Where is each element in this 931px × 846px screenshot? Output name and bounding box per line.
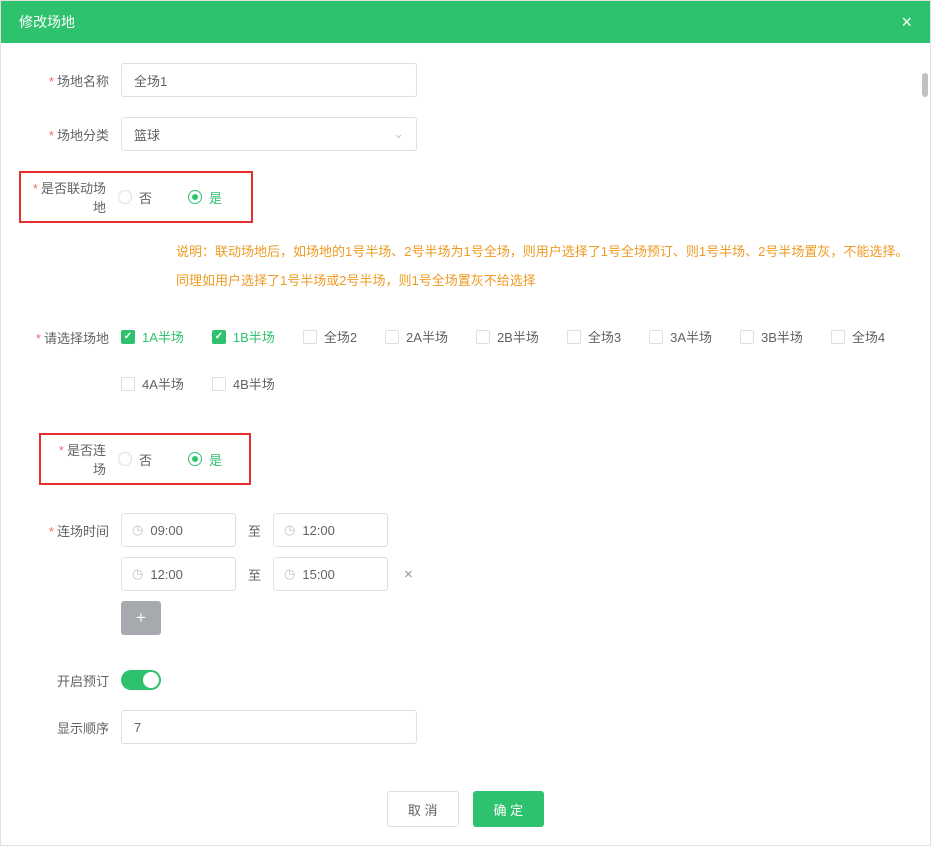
row-booking: 开启预订	[31, 663, 910, 690]
checkbox-box-icon	[212, 330, 226, 344]
checkbox-venue[interactable]: 1B半场	[212, 327, 275, 346]
checkbox-box-icon	[476, 330, 490, 344]
time-separator: 至	[248, 521, 261, 540]
row-time: *连场时间 ◷ 09:00 至 ◷ 12:00 ◷ 12:00 至 ◷ 15:00 × +	[31, 513, 910, 635]
radio-dot-icon	[188, 190, 202, 204]
checkbox-venue[interactable]: 3A半场	[649, 327, 712, 346]
label-venue-select: *请选择场地	[31, 320, 121, 347]
highlight-linkage: *是否联动场地 否 是	[19, 171, 253, 223]
checkbox-box-icon	[649, 330, 663, 344]
time-input[interactable]: ◷ 09:00	[121, 513, 236, 547]
row-venue-select: *请选择场地 1A半场 1B半场 全场2 2A半场 2B半场 全场3 3A半场 3B半场 全场4…	[31, 320, 910, 393]
time-value: 12:00	[150, 567, 183, 582]
time-value: 12:00	[302, 523, 335, 538]
checkbox-grid-venues: 1A半场 1B半场 全场2 2A半场 2B半场 全场3 3A半场 3B半场 全场4 4A半场 4B半…	[121, 320, 910, 393]
close-icon[interactable]: ×	[901, 12, 912, 33]
checkbox-label: 4A半场	[142, 374, 184, 393]
checkbox-label: 1A半场	[142, 327, 184, 346]
select-value: 篮球	[134, 125, 160, 144]
modal-footer: 取 消 确 定	[1, 781, 930, 845]
radio-linkage-no[interactable]: 否	[118, 188, 152, 207]
checkbox-box-icon	[831, 330, 845, 344]
label-linkage: *是否联动场地	[26, 178, 118, 216]
row-order: 显示顺序	[31, 710, 910, 744]
label-booking: 开启预订	[31, 663, 121, 690]
input-venue-name[interactable]	[121, 63, 417, 97]
checkbox-venue[interactable]: 4A半场	[121, 374, 184, 393]
checkbox-venue[interactable]: 2A半场	[385, 327, 448, 346]
radio-dot-icon	[118, 452, 132, 466]
row-venue-name: *场地名称	[31, 63, 910, 97]
time-input[interactable]: ◷ 12:00	[273, 513, 388, 547]
switch-booking[interactable]	[121, 670, 161, 690]
modal-body: *场地名称 *场地分类 篮球 ⌄ *是否联动场地	[1, 43, 930, 781]
time-separator: 至	[248, 565, 261, 584]
radio-dot-icon	[118, 190, 132, 204]
modal-dialog: 修改场地 × *场地名称 *场地分类 篮球 ⌄ *是否联动场地	[0, 0, 931, 846]
modal-header: 修改场地 ×	[1, 1, 930, 43]
select-venue-category[interactable]: 篮球 ⌄	[121, 117, 417, 151]
label-venue-category: *场地分类	[31, 117, 121, 144]
label-venue-name: *场地名称	[31, 63, 121, 90]
checkbox-venue[interactable]: 3B半场	[740, 327, 803, 346]
checkbox-label: 3A半场	[670, 327, 712, 346]
label-order: 显示顺序	[31, 710, 121, 737]
radio-continuous-yes[interactable]: 是	[188, 450, 222, 469]
remove-time-button[interactable]: ×	[400, 566, 417, 583]
label-time: *连场时间	[31, 513, 121, 540]
modal-title: 修改场地	[19, 12, 75, 32]
row-venue-category: *场地分类 篮球 ⌄	[31, 117, 910, 151]
radio-linkage-yes[interactable]: 是	[188, 188, 222, 207]
add-time-button[interactable]: +	[121, 601, 161, 635]
checkbox-label: 全场2	[324, 327, 357, 346]
clock-icon: ◷	[284, 522, 295, 538]
checkbox-label: 3B半场	[761, 327, 803, 346]
scrollbar-thumb[interactable]	[922, 73, 928, 97]
chevron-down-icon: ⌄	[393, 126, 404, 142]
time-value: 09:00	[150, 523, 183, 538]
checkbox-label: 1B半场	[233, 327, 275, 346]
checkbox-box-icon	[212, 377, 226, 391]
radio-group-continuous: 否 是	[118, 442, 249, 476]
cancel-button[interactable]: 取 消	[387, 791, 459, 827]
checkbox-venue[interactable]: 4B半场	[212, 374, 275, 393]
checkbox-venue[interactable]: 全场4	[831, 327, 885, 346]
checkbox-box-icon	[121, 330, 135, 344]
checkbox-box-icon	[740, 330, 754, 344]
radio-group-linkage: 否 是	[118, 180, 251, 214]
time-input[interactable]: ◷ 15:00	[273, 557, 388, 591]
checkbox-venue[interactable]: 全场3	[567, 327, 621, 346]
time-input[interactable]: ◷ 12:00	[121, 557, 236, 591]
time-value: 15:00	[302, 567, 335, 582]
time-rows: ◷ 09:00 至 ◷ 12:00 ◷ 12:00 至 ◷ 15:00 ×	[121, 513, 910, 591]
confirm-button[interactable]: 确 定	[473, 791, 545, 827]
time-row: ◷ 09:00 至 ◷ 12:00	[121, 513, 910, 547]
radio-dot-icon	[188, 452, 202, 466]
checkbox-label: 2A半场	[406, 327, 448, 346]
clock-icon: ◷	[132, 522, 143, 538]
label-continuous: *是否连场	[46, 440, 118, 478]
clock-icon: ◷	[132, 566, 143, 582]
notice-text: 说明：联动场地后，如场地的1号半场、2号半场为1号全场，则用户选择了1号全场预订…	[176, 238, 910, 295]
checkbox-label: 2B半场	[497, 327, 539, 346]
time-row: ◷ 12:00 至 ◷ 15:00 ×	[121, 557, 910, 591]
checkbox-venue[interactable]: 2B半场	[476, 327, 539, 346]
checkbox-box-icon	[567, 330, 581, 344]
checkbox-venue[interactable]: 1A半场	[121, 327, 184, 346]
checkbox-venue[interactable]: 全场2	[303, 327, 357, 346]
checkbox-label: 全场4	[852, 327, 885, 346]
input-order[interactable]	[121, 710, 417, 744]
clock-icon: ◷	[284, 566, 295, 582]
highlight-continuous: *是否连场 否 是	[39, 433, 251, 485]
checkbox-label: 4B半场	[233, 374, 275, 393]
checkbox-box-icon	[385, 330, 399, 344]
scrollbar[interactable]	[922, 43, 928, 781]
radio-continuous-no[interactable]: 否	[118, 450, 152, 469]
checkbox-box-icon	[303, 330, 317, 344]
checkbox-label: 全场3	[588, 327, 621, 346]
checkbox-box-icon	[121, 377, 135, 391]
